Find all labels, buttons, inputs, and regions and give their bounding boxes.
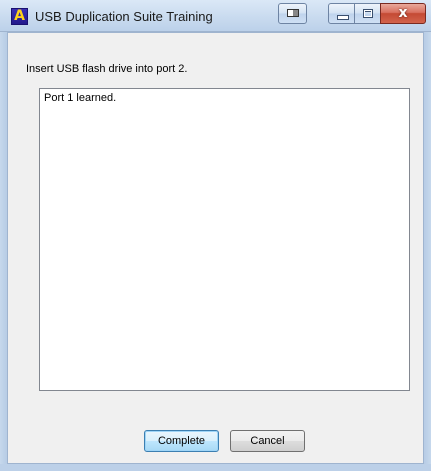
maximize-icon: [363, 9, 373, 18]
minimize-button[interactable]: [328, 3, 355, 24]
snap-button[interactable]: [278, 3, 307, 24]
window-right-border: [424, 32, 431, 471]
log-line: Port 1 learned.: [44, 92, 117, 104]
window-title: USB Duplication Suite Training: [35, 9, 213, 24]
status-log-textbox[interactable]: Port 1 learned.: [39, 88, 410, 391]
dialog-window: A USB Duplication Suite Training x Inser…: [0, 0, 431, 471]
maximize-button[interactable]: [354, 3, 381, 24]
dialog-body: Insert USB flash drive into port 2. Port…: [7, 32, 424, 464]
title-bar[interactable]: A USB Duplication Suite Training x: [0, 0, 431, 32]
snap-icon: [287, 9, 299, 17]
window-bottom-border: [0, 464, 431, 471]
close-button[interactable]: x: [380, 3, 426, 24]
instruction-label: Insert USB flash drive into port 2.: [26, 63, 188, 75]
cancel-button[interactable]: Cancel: [230, 430, 305, 452]
window-left-border: [0, 32, 7, 471]
app-logo-icon: A: [11, 8, 28, 25]
minimize-icon: [337, 15, 349, 20]
close-icon: x: [398, 5, 408, 21]
complete-button[interactable]: Complete: [144, 430, 219, 452]
